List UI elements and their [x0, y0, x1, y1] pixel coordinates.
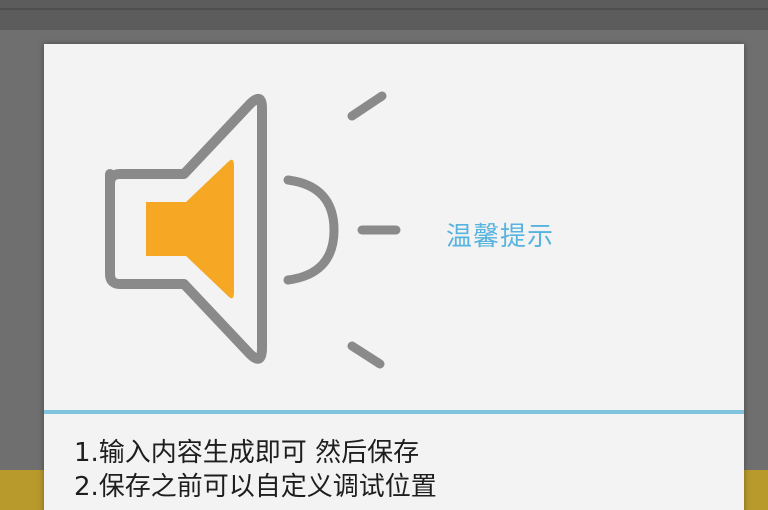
sound-ray-bottom	[347, 341, 385, 369]
dialog-title: 温馨提示	[446, 222, 555, 252]
sound-wave-arc	[283, 175, 339, 285]
dialog-message: 1.输入内容生成即可 然后保存 2.保存之前可以自定义调试位置	[74, 436, 714, 504]
message-line-1: 1.输入内容生成即可 然后保存	[74, 438, 420, 468]
sound-ray-top	[347, 91, 387, 121]
speaker-volume-icon	[105, 91, 401, 369]
background-divider	[0, 8, 768, 10]
background-toolbar	[0, 0, 768, 30]
tip-dialog: 温馨提示 1.输入内容生成即可 然后保存 2.保存之前可以自定义调试位置	[44, 44, 744, 510]
dialog-divider	[44, 410, 744, 414]
dialog-header: 温馨提示	[44, 44, 744, 410]
speaker-fill	[146, 159, 234, 299]
message-line-2: 2.保存之前可以自定义调试位置	[74, 472, 437, 502]
